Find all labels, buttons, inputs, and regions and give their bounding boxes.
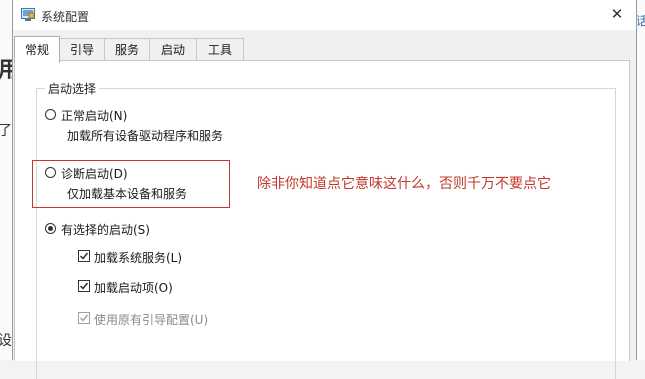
- close-button[interactable]: ✕: [606, 4, 628, 24]
- annotation-highlight-box: [32, 160, 230, 208]
- normal-startup-label[interactable]: 正常启动(N): [61, 107, 127, 124]
- radio-selected-dot: [48, 226, 53, 231]
- background-text: 了: [0, 123, 12, 139]
- tab-startup[interactable]: 启动: [149, 38, 197, 61]
- tab-general[interactable]: 常规: [14, 36, 60, 63]
- check-icon: [80, 314, 89, 322]
- check-icon: [80, 252, 89, 260]
- normal-startup-description: 加载所有设备驱动程序和服务: [67, 129, 224, 143]
- annotation-text: 除非你知道点它意味这什么，否则千万不要点它: [257, 176, 551, 192]
- background-text: 设: [0, 333, 12, 349]
- use-original-boot-config-label: 使用原有引导配置(U): [94, 313, 209, 327]
- group-title: 启动选择: [45, 80, 100, 97]
- load-system-services-label[interactable]: 加载系统服务(L): [94, 249, 182, 266]
- check-icon: [80, 282, 89, 290]
- load-system-services-checkbox[interactable]: [78, 250, 90, 262]
- title-bar[interactable]: 系统配置 ✕: [13, 0, 636, 30]
- tab-tools[interactable]: 工具: [196, 38, 244, 61]
- tab-boot[interactable]: 引导: [59, 38, 105, 61]
- selective-startup-radio[interactable]: [45, 223, 56, 234]
- normal-startup-radio[interactable]: [45, 109, 56, 120]
- system-config-app-icon: [21, 8, 35, 21]
- selective-startup-label[interactable]: 有选择的启动(S): [61, 221, 150, 238]
- background-text: 话: [636, 14, 645, 28]
- load-startup-items-label[interactable]: 加载启动项(O): [94, 279, 173, 296]
- window-title: 系统配置: [41, 10, 90, 24]
- general-tab-panel: 启动选择 正常启动(N) 加载所有设备驱动程序和服务 诊断启动(D) 仅加载基本…: [14, 60, 630, 379]
- load-startup-items-checkbox[interactable]: [78, 280, 90, 292]
- close-icon: ✕: [610, 5, 624, 23]
- use-original-boot-config-checkbox: [78, 312, 90, 324]
- tab-services[interactable]: 服务: [104, 38, 150, 61]
